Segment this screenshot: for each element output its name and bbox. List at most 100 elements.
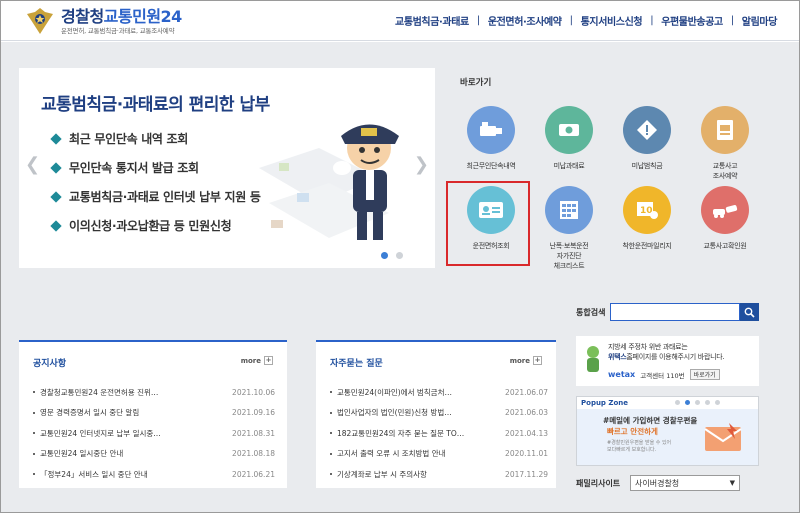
- nav-separator: |: [650, 15, 654, 26]
- notice-title[interactable]: 공지사항: [33, 356, 66, 369]
- wetax-logo: wetax: [608, 370, 636, 379]
- faq-title[interactable]: 자주묻는 질문: [330, 356, 383, 369]
- quick-label: 최근무인단속내역: [466, 162, 516, 170]
- ad-text-2: 위택스홈페이지를 이용해주시기 바랍니다.: [608, 353, 725, 361]
- list-item[interactable]: 교통민원24 인터넷지로 납부 일시중… 2021.08.31: [33, 423, 275, 444]
- list-item[interactable]: 법인사업자의 법인(민원)신청 방법… 2021.06.03: [330, 403, 548, 424]
- quick-label: 교통사고확인원: [703, 242, 747, 250]
- global-nav: 교통범칙금·과태료 | 운전면허·조사예약 | 통지서비스신청 | 우편물반송공…: [395, 13, 777, 28]
- faq-more-button[interactable]: more +: [510, 356, 542, 365]
- list-item[interactable]: 「정부24」서비스 일시 중단 안내 2021.06.21: [33, 464, 275, 485]
- family-site-select[interactable]: 사이버경찰청 ▼: [630, 475, 740, 491]
- popup-dot-4[interactable]: [705, 400, 710, 405]
- popup-dot-2[interactable]: [685, 400, 690, 405]
- nav-separator: |: [569, 15, 573, 26]
- list-item[interactable]: 교통민원24 일시중단 안내 2021.08.18: [33, 444, 275, 465]
- wetax-banner[interactable]: 지방세 주정차 위반 과태료는 위택스홈페이지를 이용해주시기 바랍니다. we…: [576, 336, 759, 386]
- quick-accident-certificate[interactable]: 교통사고확인원: [682, 186, 762, 266]
- quick-label: 미납범칙금: [631, 162, 663, 170]
- popup-banner[interactable]: #메일에 가입하면 경찰우편을 빠르고 안전하게 #경찰민원우편을 받을 수 있…: [577, 409, 758, 465]
- mail-envelope-icon: [703, 421, 745, 455]
- list-item[interactable]: 영문 경력증명서 일시 중단 알림 2021.09.16: [33, 403, 275, 424]
- calendar-check-icon: [545, 186, 593, 234]
- police-mascot-illustration: [249, 108, 429, 258]
- quick-label: 미납과태료: [553, 162, 585, 170]
- banner-prev-button[interactable]: ❮: [25, 154, 40, 175]
- family-site-label: 패밀리사이트: [576, 479, 621, 488]
- nav-separator: |: [476, 15, 480, 26]
- list-item[interactable]: 기상계좌로 납부 시 주의사항 2017.11.29: [330, 464, 548, 485]
- diamond-bullet-icon: [50, 190, 62, 203]
- nav-fines[interactable]: 교통범칙금·과태료: [395, 13, 469, 28]
- main-banner[interactable]: 교통범칙금·과태료의 편리한 납부 최근 무인단속 내역 조회 무인단속 통지서…: [19, 68, 435, 268]
- quick-label: 난폭·보복운전 자가진단 체크리스트: [549, 242, 589, 270]
- banner-title: 교통범칙금·과태료의 편리한 납부: [41, 95, 270, 115]
- quick-unpaid-fine[interactable]: 미납과태료: [526, 106, 606, 186]
- banner-item: 교통범칙금·과태료 인터넷 납부 지원 등: [50, 182, 261, 211]
- logo-title-agency: 경찰청: [61, 6, 104, 26]
- banner-dot-1[interactable]: [381, 252, 388, 259]
- popup-zone-title: Popup Zone: [581, 399, 628, 407]
- faq-list: 교통민원24(이파인)에서 범칙금처… 2021.06.07 법인사업자의 법인(…: [330, 382, 548, 485]
- search-button[interactable]: [740, 303, 759, 321]
- banner-item: 최근 무인단속 내역 조회: [50, 124, 261, 153]
- mileage-icon: 10: [623, 186, 671, 234]
- header: 경찰청교통민원24 운전면허, 교통범칙금·과태료, 교통조사예약 교통범칙금·…: [1, 1, 799, 41]
- popup-dot-1[interactable]: [675, 400, 680, 405]
- notice-list: 경찰청교통민원24 운전면허용 진위… 2021.10.06 영문 경력증명서 일…: [33, 382, 275, 485]
- wetax-mascot-icon: [582, 344, 604, 376]
- quick-label: 착한운전마일리지: [622, 242, 672, 250]
- popup-text-3: #경찰민원우편을 받을 수 있어 보다빠르게 보호합니다.: [607, 440, 672, 453]
- popup-zone: Popup Zone #메일에 가입하면 경찰우편을 빠르고 안전하게 #경찰민…: [576, 396, 759, 466]
- nav-separator: |: [730, 15, 734, 26]
- banner-next-button[interactable]: ❯: [414, 154, 429, 175]
- plus-icon: +: [264, 356, 273, 365]
- quick-road-rage-checklist[interactable]: 난폭·보복운전 자가진단 체크리스트: [526, 186, 606, 270]
- quick-good-driving-mileage[interactable]: 10 착한운전마일리지: [604, 186, 684, 266]
- nav-notification[interactable]: 통지서비스신청: [581, 13, 643, 28]
- banner-pagination: [381, 252, 403, 259]
- diamond-bullet-icon: [50, 132, 62, 145]
- police-emblem-icon: [25, 6, 55, 36]
- list-item[interactable]: 경찰청교통민원24 운전면허용 진위… 2021.10.06: [33, 382, 275, 403]
- notice-more-button[interactable]: more +: [241, 356, 273, 365]
- list-item[interactable]: 교통민원24(이파인)에서 범칙금처… 2021.06.07: [330, 382, 548, 403]
- faq-panel: 자주묻는 질문 more + 교통민원24(이파인)에서 범칙금처… 2021.06…: [316, 340, 556, 488]
- popup-dot-3[interactable]: [695, 400, 700, 405]
- popup-dot-5[interactable]: [715, 400, 720, 405]
- nav-license[interactable]: 운전면허·조사예약: [488, 13, 562, 28]
- notice-panel: 공지사항 more + 경찰청교통민원24 운전면허용 진위… 2021.10.06…: [19, 340, 287, 488]
- quick-unpaid-penalty[interactable]: 미납범칙금: [604, 106, 684, 186]
- ad-call-center: 고객센터 110번: [640, 371, 685, 380]
- plus-icon: +: [533, 356, 542, 365]
- banner-dot-2[interactable]: [396, 252, 403, 259]
- nav-notices[interactable]: 알림마당: [742, 13, 778, 28]
- chevron-down-icon: ▼: [729, 479, 735, 487]
- quick-label: 교통사고 조사예약: [712, 162, 738, 180]
- list-item[interactable]: 고지서 출력 오류 시 조치방법 안내 2020.11.01: [330, 444, 548, 465]
- site-logo[interactable]: 경찰청교통민원24 운전면허, 교통범칙금·과태료, 교통조사예약: [25, 5, 215, 37]
- quick-accident-reservation[interactable]: 교통사고 조사예약: [682, 106, 762, 186]
- diamond-bullet-icon: [50, 161, 62, 174]
- popup-text-1: #메일에 가입하면 경찰우편을: [603, 416, 698, 425]
- camera-icon: [467, 106, 515, 154]
- nav-returned-mail[interactable]: 우편물반송공고: [661, 13, 723, 28]
- money-icon: [545, 106, 593, 154]
- banner-list: 최근 무인단속 내역 조회 무인단속 통지서 발급 조회 교통범칙금·과태료 인…: [50, 124, 261, 240]
- logo-title-service: 교통민원24: [103, 6, 183, 26]
- quick-recent-violation[interactable]: 최근무인단속내역: [448, 106, 528, 186]
- banner-item: 이의신청·과오납환급 등 민원신청: [50, 211, 261, 240]
- highlight-box: [446, 181, 530, 266]
- search-input[interactable]: [610, 303, 740, 321]
- popup-text-2: 빠르고 안전하게: [607, 427, 658, 436]
- quick-links-title: 바로가기: [460, 78, 492, 88]
- diamond-bullet-icon: [50, 219, 62, 232]
- ad-text-3: wetax 고객센터 110번 바로가기: [608, 369, 720, 380]
- list-item[interactable]: 182교통민원24의 자주 묻는 질문 TO… 2021.04.13: [330, 423, 548, 444]
- ad-go-button[interactable]: 바로가기: [689, 369, 720, 380]
- ad-text-1: 지방세 주정차 위반 과태료는: [608, 343, 688, 351]
- search-label: 통합검색: [576, 308, 606, 317]
- family-site-selected: 사이버경찰청: [635, 478, 680, 488]
- car-crash-icon: [701, 186, 749, 234]
- search-icon: [744, 307, 755, 318]
